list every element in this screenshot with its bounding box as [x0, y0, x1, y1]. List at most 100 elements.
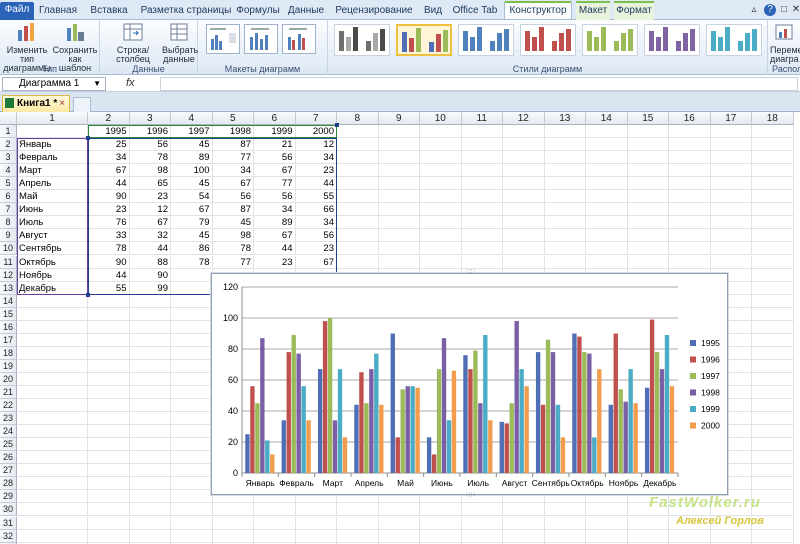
row-header[interactable]: 27: [0, 464, 17, 478]
grid-cell[interactable]: [461, 216, 503, 230]
grid-cell[interactable]: [378, 164, 420, 178]
grid-cell[interactable]: [212, 503, 254, 517]
grid-cell[interactable]: [129, 529, 171, 543]
grid-cell[interactable]: 100: [171, 164, 213, 178]
ribbon-tab-10[interactable]: Макет: [576, 1, 610, 20]
switch-row-column-button[interactable]: Строка/столбец: [104, 22, 162, 64]
document-tab-book1[interactable]: Книга1 * ×: [2, 95, 70, 112]
grid-cell[interactable]: [752, 242, 794, 256]
grid-cell[interactable]: [544, 503, 586, 517]
minimize-ribbon-icon[interactable]: ▵: [748, 4, 760, 16]
column-header[interactable]: 1: [17, 112, 88, 125]
grid-cell[interactable]: Ноябрь: [17, 268, 88, 282]
grid-cell[interactable]: [88, 529, 130, 543]
grid-cell[interactable]: [337, 503, 379, 517]
grid-cell[interactable]: [461, 516, 503, 530]
grid-cell[interactable]: 45: [212, 216, 254, 230]
grid-cell[interactable]: [420, 529, 462, 543]
grid-cell[interactable]: [17, 412, 88, 426]
close-tab-icon[interactable]: ×: [59, 96, 65, 111]
grid-cell[interactable]: [503, 242, 545, 256]
column-header[interactable]: 9: [378, 112, 420, 125]
row-header[interactable]: 6: [0, 190, 17, 204]
chart-object[interactable]: 0 20 40 60 80 100 120 Январь Февраль Март Апрель Ма…: [211, 273, 728, 495]
grid-cell[interactable]: 78: [88, 242, 130, 256]
chart-layout-1[interactable]: [206, 24, 240, 54]
chevron-down-icon[interactable]: ▼: [93, 78, 101, 90]
chart-layout-2[interactable]: [244, 24, 278, 54]
column-header[interactable]: 4: [171, 112, 213, 125]
grid-cell[interactable]: [752, 451, 794, 465]
grid-cell[interactable]: [627, 164, 669, 178]
grid-cell[interactable]: 25: [88, 138, 130, 152]
grid-cell[interactable]: 34: [295, 151, 337, 165]
chart-style-4[interactable]: [520, 24, 576, 56]
grid-cell[interactable]: [171, 307, 213, 321]
row-header[interactable]: 12: [0, 268, 17, 282]
grid-cell[interactable]: 98: [212, 229, 254, 243]
grid-cell[interactable]: [254, 516, 296, 530]
column-header[interactable]: 12: [503, 112, 545, 125]
grid-cell[interactable]: [337, 138, 379, 152]
grid-cell[interactable]: 44: [295, 177, 337, 191]
ribbon-tab-8[interactable]: Office Tab: [450, 3, 500, 20]
grid-cell[interactable]: [710, 203, 752, 217]
grid-cell[interactable]: [461, 138, 503, 152]
grid-cell[interactable]: [378, 138, 420, 152]
grid-cell[interactable]: [752, 216, 794, 230]
grid-cell[interactable]: [337, 151, 379, 165]
grid-cell[interactable]: [627, 138, 669, 152]
chart-style-3[interactable]: [458, 24, 514, 56]
grid-cell[interactable]: 1995: [88, 125, 130, 138]
grid-cell[interactable]: [586, 229, 628, 243]
grid-cell[interactable]: [17, 372, 88, 386]
grid-cell[interactable]: [586, 255, 628, 269]
grid-cell[interactable]: [669, 177, 711, 191]
grid-cell[interactable]: 56: [212, 190, 254, 204]
grid-cell[interactable]: [752, 151, 794, 165]
grid-cell[interactable]: [17, 399, 88, 413]
grid-cell[interactable]: [710, 125, 752, 138]
row-header[interactable]: 15: [0, 307, 17, 321]
column-header[interactable]: 17: [710, 112, 752, 125]
grid-cell[interactable]: [171, 346, 213, 360]
grid-cell[interactable]: [88, 399, 130, 413]
grid-cell[interactable]: [129, 412, 171, 426]
grid-cell[interactable]: [17, 503, 88, 517]
help-icon[interactable]: ?: [764, 4, 776, 16]
row-header[interactable]: 2: [0, 138, 17, 152]
row-header[interactable]: 13: [0, 281, 17, 295]
ribbon-tab-4[interactable]: Формулы: [236, 3, 280, 20]
grid-cell[interactable]: 1996: [129, 125, 171, 138]
chart-style-1[interactable]: [334, 24, 390, 56]
grid-cell[interactable]: [669, 151, 711, 165]
row-header[interactable]: 3: [0, 151, 17, 165]
grid-cell[interactable]: [171, 333, 213, 347]
select-all-corner[interactable]: [0, 112, 17, 125]
grid-cell[interactable]: [752, 281, 794, 295]
grid-cell[interactable]: [544, 151, 586, 165]
grid-cell[interactable]: 67: [254, 229, 296, 243]
grid-cell[interactable]: Февраль: [17, 151, 88, 165]
grid-cell[interactable]: [461, 125, 503, 138]
row-header[interactable]: 28: [0, 477, 17, 491]
grid-cell[interactable]: [710, 190, 752, 204]
row-header[interactable]: 11: [0, 255, 17, 269]
grid-cell[interactable]: [627, 255, 669, 269]
grid-cell[interactable]: [88, 516, 130, 530]
move-chart-button[interactable]: Переме диагра: [770, 22, 800, 64]
grid-cell[interactable]: 67: [129, 216, 171, 230]
row-header[interactable]: 23: [0, 412, 17, 426]
grid-cell[interactable]: [503, 203, 545, 217]
row-header[interactable]: 7: [0, 203, 17, 217]
grid-cell[interactable]: [88, 451, 130, 465]
grid-cell[interactable]: [752, 125, 794, 138]
grid-cell[interactable]: [337, 177, 379, 191]
grid-cell[interactable]: [669, 125, 711, 138]
row-header[interactable]: 5: [0, 177, 17, 191]
grid-cell[interactable]: [544, 138, 586, 152]
grid-cell[interactable]: 86: [171, 242, 213, 256]
grid-cell[interactable]: [752, 359, 794, 373]
grid-cell[interactable]: [17, 477, 88, 491]
grid-cell[interactable]: [752, 203, 794, 217]
